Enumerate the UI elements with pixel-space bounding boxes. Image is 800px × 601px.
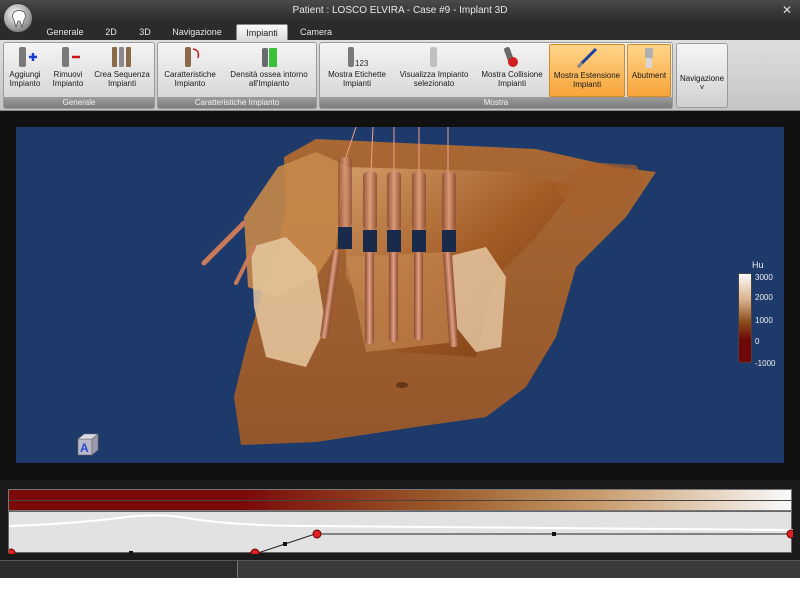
- bottom-area: [0, 578, 800, 601]
- hu-tick-0: 0: [755, 337, 760, 346]
- group-label-mostra: Mostra: [320, 97, 672, 108]
- hu-scale-bar: [738, 273, 752, 363]
- tab-2d[interactable]: 2D: [98, 24, 124, 40]
- group-label-generale: Generale: [4, 97, 154, 108]
- close-icon[interactable]: ✕: [782, 0, 792, 20]
- control-point-black[interactable]: [283, 542, 287, 546]
- title-bar: Patient : LOSCO ELVIRA - Case #9 - Impla…: [0, 0, 800, 22]
- mental-foramen: [396, 382, 408, 388]
- abutment-button[interactable]: Abutment: [627, 44, 671, 97]
- show-extension-button[interactable]: Mostra Estensione Impianti: [549, 44, 625, 97]
- ribbon: Aggiungi Impianto Rimuovi Impianto Crea …: [0, 40, 800, 111]
- extension-icon: [576, 47, 598, 69]
- tooth-icon: [12, 10, 26, 28]
- add-implant-icon: [19, 47, 37, 67]
- remove-implant-button[interactable]: Rimuovi Impianto: [48, 44, 88, 97]
- 3d-viewport[interactable]: A: [16, 127, 784, 463]
- wire-left-upper: [201, 220, 247, 266]
- hu-tick-2000: 2000: [755, 293, 773, 302]
- opacity-curve: [6, 514, 796, 558]
- create-sequence-button[interactable]: Crea Sequenza Impianti: [90, 44, 154, 97]
- implant-properties-label: Caratteristiche Impianto: [164, 70, 216, 88]
- view-selected-button[interactable]: Visualizza Impianto selezionato: [394, 44, 474, 97]
- control-point-black[interactable]: [552, 532, 556, 536]
- opacity-curve-line: [9, 533, 793, 555]
- ribbon-tab-bar: Generale 2D 3D Navigazione Impianti Came…: [0, 22, 800, 40]
- tab-navigazione[interactable]: Navigazione: [164, 24, 230, 40]
- show-labels-button[interactable]: 123 Mostra Etichette Impianti: [322, 44, 392, 97]
- remove-implant-icon: [62, 47, 80, 67]
- tab-camera[interactable]: Camera: [294, 24, 338, 40]
- bone-density-button[interactable]: Densità ossea intorno all'Impianto: [222, 44, 316, 97]
- jaw-3d-render: [201, 127, 656, 445]
- implant-properties-button[interactable]: Caratteristiche Impianto: [160, 44, 220, 97]
- view-selected-icon: [430, 47, 437, 67]
- control-point-red[interactable]: [786, 529, 796, 539]
- window-title: Patient : LOSCO ELVIRA - Case #9 - Impla…: [292, 5, 508, 16]
- application-window: Patient : LOSCO ELVIRA - Case #9 - Impla…: [0, 0, 800, 601]
- transfer-function-color-bar[interactable]: [8, 489, 792, 511]
- control-point-red[interactable]: [312, 529, 322, 539]
- group-caratteristiche: Caratteristiche Impianto Densità ossea i…: [157, 42, 317, 109]
- status-bar: [0, 560, 800, 578]
- app-menu-button[interactable]: [3, 3, 33, 33]
- status-bar-left-panel: [0, 561, 238, 578]
- opacity-curve-editor[interactable]: [6, 511, 796, 558]
- show-collision-label: Mostra Collisione Impianti: [481, 70, 543, 88]
- chevron-down-icon: ˅: [699, 83, 705, 92]
- abutment-icon: [645, 48, 653, 68]
- collision-icon: [504, 47, 518, 67]
- group-generale: Aggiungi Impianto Rimuovi Impianto Crea …: [3, 42, 155, 109]
- control-point-red[interactable]: [6, 548, 16, 558]
- create-sequence-label: Crea Sequenza Impianti: [94, 70, 150, 88]
- hu-tick-minus-1000: -1000: [755, 359, 776, 368]
- hu-tick-3000: 3000: [755, 273, 773, 282]
- bone-density-icon: [262, 48, 277, 67]
- show-extension-label: Mostra Estensione Impianti: [553, 71, 621, 89]
- hu-scale-title: Hu: [752, 260, 764, 270]
- hu-tick-1000: 1000: [755, 316, 773, 325]
- abutment-label: Abutment: [631, 71, 667, 80]
- sequence-icon: [112, 47, 131, 67]
- labels-icon-number: 123: [355, 59, 369, 68]
- viewport-frame: A Hu 3000 2000 1000 0 -1000: [0, 111, 800, 480]
- show-collision-button[interactable]: Mostra Collisione Impianti: [476, 44, 548, 97]
- group-mostra: 123 Mostra Etichette Impianti Visualizza…: [319, 42, 673, 109]
- navigation-label: Navigazione: [679, 74, 725, 83]
- control-point-black[interactable]: [129, 551, 133, 555]
- transfer-function-panel: [0, 480, 800, 560]
- add-implant-button[interactable]: Aggiungi Impianto: [6, 44, 44, 97]
- opacity-curve-white: [8, 514, 794, 531]
- bone-density-label: Densità ossea intorno all'Impianto: [230, 70, 308, 88]
- add-implant-label: Aggiungi Impianto: [9, 70, 41, 88]
- view-selected-label: Visualizza Impianto selezionato: [399, 70, 469, 88]
- labels-icon: 123: [348, 47, 369, 68]
- transfer-function-divider: [9, 500, 791, 501]
- navigation-dropdown-button[interactable]: Navigazione ˅: [676, 43, 728, 108]
- orientation-cube-letter: A: [80, 441, 89, 455]
- implant-properties-icon: [185, 47, 200, 67]
- control-point-red[interactable]: [250, 548, 260, 558]
- tab-impianti[interactable]: Impianti: [236, 24, 288, 40]
- orientation-cube[interactable]: A: [76, 433, 100, 457]
- tab-generale[interactable]: Generale: [40, 24, 90, 40]
- group-label-caratteristiche: Caratteristiche Impianto: [158, 97, 316, 108]
- show-labels-label: Mostra Etichette Impianti: [328, 70, 386, 88]
- tab-3d[interactable]: 3D: [132, 24, 158, 40]
- remove-implant-label: Rimuovi Impianto: [52, 70, 84, 88]
